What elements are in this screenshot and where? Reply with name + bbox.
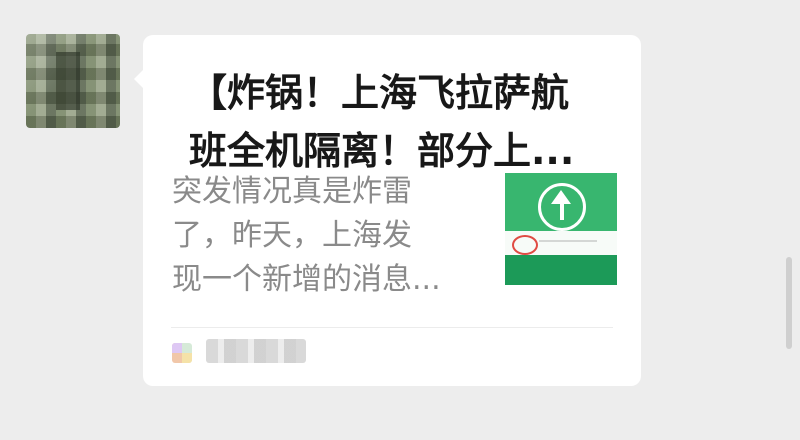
shared-article-card[interactable]: 【炸锅！上海飞拉萨航 班全机隔离！部分上... 突发情况真是炸雷 了，昨天，上海… [134, 35, 641, 386]
article-thumbnail [505, 173, 617, 285]
up-arrow-stem [560, 203, 564, 220]
thumbnail-footer-bg [505, 255, 617, 285]
card-divider [171, 327, 613, 328]
avatar[interactable] [26, 34, 120, 128]
scrollbar-thumb[interactable] [786, 257, 792, 349]
source-app-icon [172, 343, 192, 363]
thumbnail-line-1 [539, 240, 597, 242]
source-name-blurred [206, 339, 306, 363]
red-highlight-circle [512, 235, 538, 255]
article-title: 【炸锅！上海飞拉萨航 班全机隔离！部分上... [189, 71, 575, 173]
up-arrow-head [551, 190, 571, 204]
article-summary: 突发情况真是炸雷 了，昨天，上海发 现一个新增的消息... [172, 174, 441, 297]
